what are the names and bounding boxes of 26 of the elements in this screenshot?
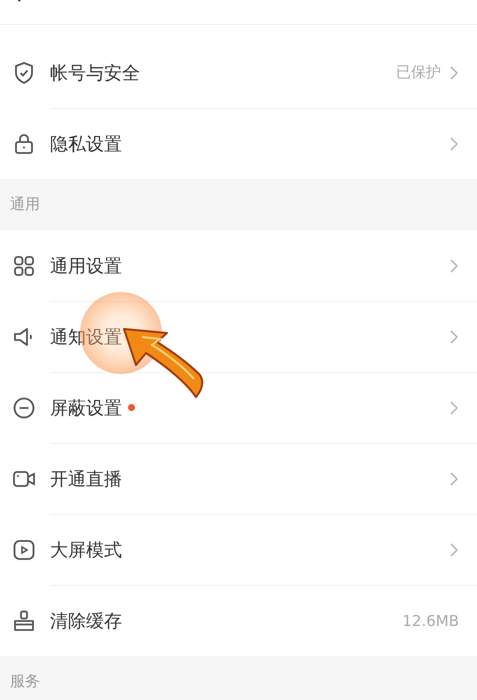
settings-row[interactable]: 隐私设置: [0, 108, 477, 179]
settings-row[interactable]: 屏蔽设置: [0, 372, 477, 443]
minus-circle-icon: [12, 396, 36, 420]
brush-icon: [12, 608, 36, 632]
row-value: 12.6MB: [402, 612, 459, 630]
shield-icon: [12, 60, 36, 84]
row-label: 开通直播: [50, 468, 122, 490]
row-value: 已保护: [396, 63, 441, 82]
row-label: 帐号与安全: [50, 62, 140, 84]
row-label: 屏蔽设置: [50, 396, 122, 420]
settings-row[interactable]: 帐号与安全 已保护: [0, 37, 477, 108]
section-title: 通用: [10, 195, 40, 214]
row-label: 隐私设置: [50, 132, 122, 156]
settings-row[interactable]: 开通直播: [0, 443, 477, 514]
settings-row[interactable]: 通用设置: [0, 230, 477, 301]
section-title: 服务: [10, 672, 40, 691]
lock-icon: [12, 132, 36, 156]
row-label: 大屏模式: [50, 538, 122, 562]
settings-row[interactable]: 通知设置: [0, 301, 477, 372]
settings-row[interactable]: 大屏模式: [0, 514, 477, 585]
play-screen-icon: [12, 538, 36, 562]
row-label: 通用设置: [50, 254, 122, 278]
row-label: 通知设置: [50, 326, 122, 348]
row-label: 清除缓存: [50, 610, 122, 632]
grid-icon: [12, 254, 36, 278]
settings-row[interactable]: 清除缓存 12.6MB: [0, 585, 477, 656]
